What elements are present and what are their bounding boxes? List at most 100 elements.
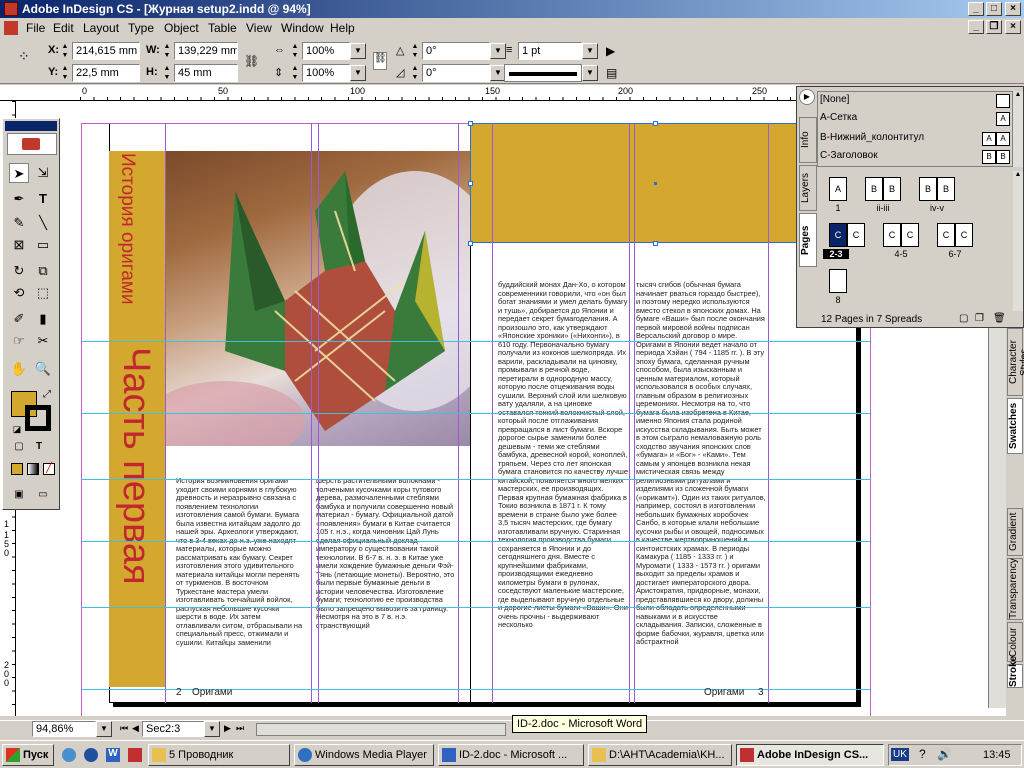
scale-x-spinner[interactable]: ▲ ▼: [290, 42, 300, 60]
indesign-app-icon[interactable]: [4, 2, 18, 16]
pages-scrollbar[interactable]: ▲: [1013, 171, 1023, 311]
apply-color-icon[interactable]: [11, 463, 23, 475]
default-colors-icon[interactable]: ◪: [7, 419, 27, 439]
master-b[interactable]: B-Нижний_колонтитул A A: [820, 132, 1010, 150]
h-spinner[interactable]: ▲ ▼: [162, 64, 172, 82]
menu-edit[interactable]: Edit: [53, 21, 74, 35]
stroke-weight-field[interactable]: 1 pt: [518, 42, 582, 60]
baseline-guide[interactable]: [81, 541, 871, 542]
horizontal-ruler[interactable]: 0 50 100 150 200 250: [80, 85, 800, 101]
menu-view[interactable]: View: [246, 21, 272, 35]
tab-character-styles[interactable]: Character Styles: [1007, 328, 1024, 396]
text-column-1[interactable]: История возникновения оригами уходит сво…: [176, 477, 306, 667]
x-spinner[interactable]: ▲ ▼: [60, 42, 70, 60]
stroke-options-icon[interactable]: ▤: [606, 66, 617, 80]
document-icon[interactable]: [4, 21, 18, 35]
pen-tool-icon[interactable]: ✒: [9, 189, 29, 209]
stroke-type-dropdown[interactable]: ▼: [582, 65, 598, 81]
tab-layers[interactable]: Layers: [799, 165, 817, 211]
selection-handle[interactable]: [468, 241, 473, 246]
stroke-type-field[interactable]: [504, 64, 582, 82]
formatting-container-icon[interactable]: ▢: [9, 437, 29, 457]
free-transform-tool-icon[interactable]: ⬚: [33, 283, 53, 303]
rotate-tool-icon[interactable]: ↻: [9, 261, 29, 281]
rotate-dropdown[interactable]: ▼: [490, 43, 506, 59]
tab-gradient[interactable]: Gradient: [1007, 508, 1023, 556]
page-dropdown[interactable]: ▼: [204, 721, 220, 737]
maximize-button[interactable]: □: [986, 2, 1002, 16]
first-page-icon[interactable]: ⏮: [120, 723, 128, 734]
selection-handle[interactable]: [468, 121, 473, 126]
toolbox-titlebar[interactable]: [5, 121, 57, 131]
text-column-4[interactable]: тысяч сгибов (обычная бумага начинает рв…: [636, 281, 766, 673]
menu-file[interactable]: File: [26, 21, 45, 35]
line-tool-icon[interactable]: ╲: [33, 213, 53, 233]
next-page-icon[interactable]: ▶: [224, 723, 231, 734]
scale-y-field[interactable]: 100%: [302, 64, 350, 82]
constrain-proportions-icon[interactable]: ⛓: [244, 54, 259, 68]
selection-handle[interactable]: [653, 121, 658, 126]
arrow-right-icon[interactable]: ▶: [606, 44, 615, 58]
scale-x-field[interactable]: 100%: [302, 42, 350, 60]
shear-tool-icon[interactable]: ⟲: [9, 283, 29, 303]
page-field[interactable]: Sec2:3: [142, 721, 204, 737]
page-thumb[interactable]: B: [937, 177, 955, 201]
tab-info[interactable]: Info: [799, 117, 817, 163]
last-page-icon[interactable]: ⏭: [236, 723, 244, 734]
scale-y-spinner[interactable]: ▲ ▼: [290, 64, 300, 82]
page-thumb[interactable]: C: [901, 223, 919, 247]
x-field[interactable]: 214,615 mm: [72, 42, 140, 60]
y-field[interactable]: 22,5 mm: [72, 64, 140, 82]
media-quicklaunch-icon[interactable]: [84, 748, 98, 762]
menu-layout[interactable]: Layout: [83, 21, 119, 35]
page-thumb[interactable]: C: [847, 223, 865, 247]
master-c[interactable]: C-Заголовок B B: [820, 150, 1010, 168]
pencil-tool-icon[interactable]: ✎: [9, 213, 29, 233]
page-thumb[interactable]: B: [865, 177, 883, 201]
swap-fill-stroke-icon[interactable]: ⤢: [37, 385, 57, 405]
language-indicator[interactable]: UK: [891, 748, 909, 761]
page-thumb[interactable]: C: [937, 223, 955, 247]
page-thumb[interactable]: B: [883, 177, 901, 201]
direct-selection-tool-icon[interactable]: ⇲: [33, 163, 53, 183]
page-thumb-selected[interactable]: C: [829, 223, 847, 247]
menu-help[interactable]: Help: [330, 21, 355, 35]
taskbar-explorer[interactable]: 5 Проводник: [148, 744, 290, 766]
help-tray-icon[interactable]: ?: [919, 747, 926, 761]
baseline-guide[interactable]: [81, 479, 871, 480]
selection-tool-icon[interactable]: ➤: [9, 163, 29, 183]
panel-menu-icon[interactable]: ▶: [799, 89, 815, 105]
stroke-swatch[interactable]: [25, 405, 51, 431]
rotate-spinner[interactable]: ▲ ▼: [410, 42, 420, 60]
page-thumb[interactable]: [829, 269, 847, 293]
zoom-tool-icon[interactable]: 🔍: [33, 359, 53, 379]
menu-object[interactable]: Object: [164, 21, 199, 35]
baseline-guide[interactable]: [81, 607, 871, 608]
gradient-tool-icon[interactable]: ▮: [33, 309, 53, 329]
word-quicklaunch-icon[interactable]: W: [106, 748, 120, 762]
normal-view-icon[interactable]: ▣: [9, 485, 29, 505]
shear-spinner[interactable]: ▲ ▼: [410, 64, 420, 82]
taskbar-folder[interactable]: D:\AHT\Academia\KH...: [588, 744, 732, 766]
baseline-guide[interactable]: [81, 413, 871, 414]
scale-tool-icon[interactable]: ⧉: [33, 261, 53, 281]
zoom-dropdown[interactable]: ▼: [96, 721, 112, 737]
start-button[interactable]: Пуск: [2, 744, 54, 766]
taskbar-media-player[interactable]: Windows Media Player: [294, 744, 434, 766]
menu-window[interactable]: Window: [281, 21, 324, 35]
new-master-icon[interactable]: ▢: [959, 313, 968, 324]
h-field[interactable]: 45 mm: [174, 64, 238, 82]
baseline-guide[interactable]: [81, 341, 871, 342]
prev-page-icon[interactable]: ◀: [132, 723, 139, 734]
text-column-3[interactable]: буддийский монах Дан-Хо, о котором совре…: [498, 281, 628, 673]
close-button[interactable]: ×: [1005, 2, 1021, 16]
volume-tray-icon[interactable]: 🔊: [937, 747, 952, 761]
rectangle-tool-icon[interactable]: ▭: [33, 235, 53, 255]
menu-type[interactable]: Type: [128, 21, 154, 35]
shear-field[interactable]: 0°: [422, 64, 490, 82]
hand-tool-icon[interactable]: ✋: [9, 359, 29, 379]
vertical-scrollbar[interactable]: [988, 328, 1006, 708]
master-none[interactable]: [None]: [820, 94, 1010, 112]
rotate-field[interactable]: 0°: [422, 42, 490, 60]
w-field[interactable]: 139,229 mm: [174, 42, 238, 60]
